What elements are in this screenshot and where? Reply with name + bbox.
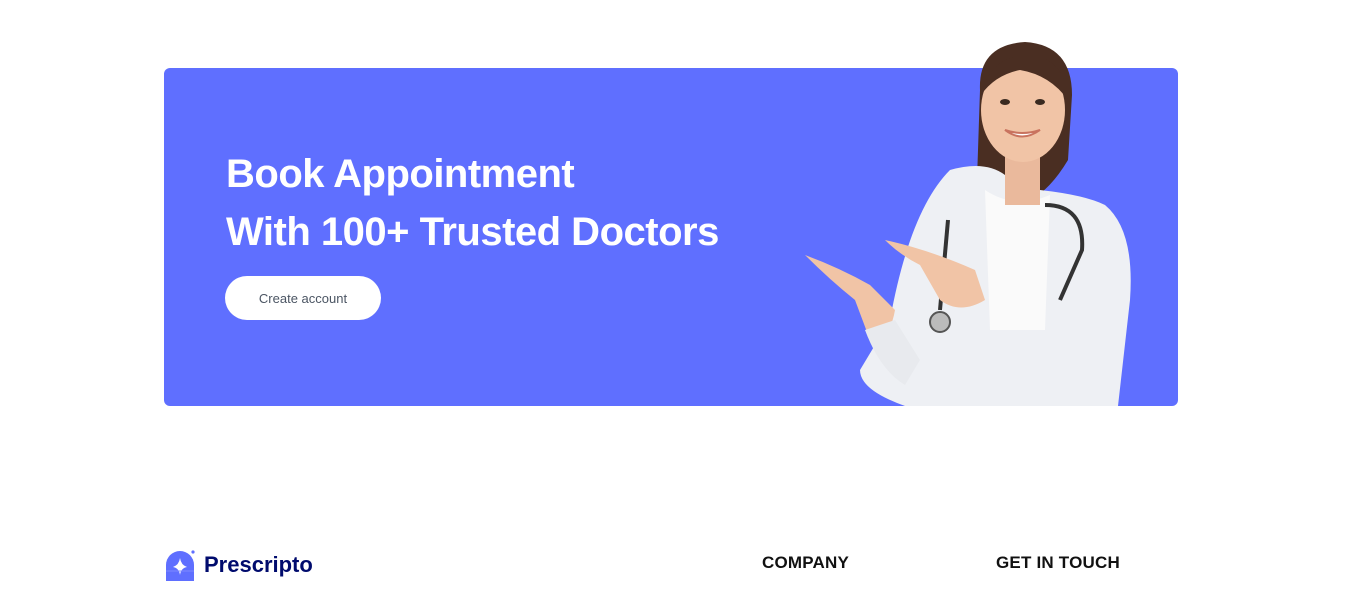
prescripto-logo[interactable]: Prescripto (164, 549, 313, 581)
create-account-button[interactable]: Create account (225, 276, 381, 320)
banner-title-line2: With 100+ Trusted Doctors (226, 210, 719, 254)
brand-name: Prescripto (204, 552, 313, 577)
banner-title-line1: Book Appointment (226, 152, 575, 196)
doctor-image (805, 42, 1131, 406)
footer-company-heading: COMPANY (762, 553, 850, 572)
logo-icon (166, 550, 195, 581)
footer-contact-heading: GET IN TOUCH (996, 553, 1120, 572)
